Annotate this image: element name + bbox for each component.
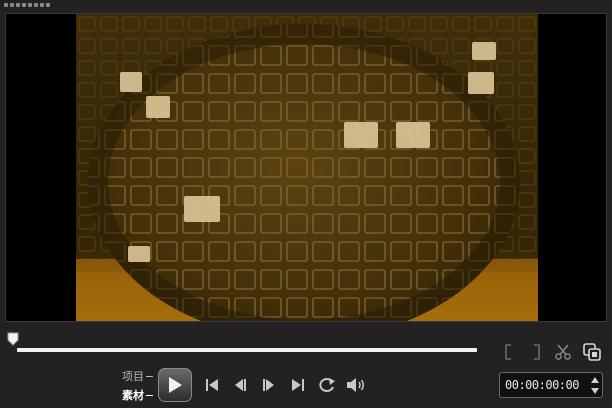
skip-to-end-icon [292, 379, 304, 391]
mark-out-bracket-icon[interactable] [526, 342, 546, 362]
play-button[interactable] [158, 368, 192, 402]
player-panel: 项目 素材 00:00:00:00 [0, 0, 612, 408]
preview-window[interactable] [5, 13, 607, 322]
previous-frame-icon [235, 379, 246, 391]
scrubber-handle[interactable] [7, 332, 19, 346]
timecode-down-button[interactable] [590, 386, 600, 396]
mode-project[interactable]: 项目 [122, 368, 162, 384]
mark-in-bracket-icon[interactable] [499, 342, 519, 362]
enlarge-preview-icon[interactable] [582, 342, 602, 362]
next-frame-icon [263, 379, 274, 391]
home-button[interactable] [201, 375, 223, 395]
scrubber[interactable] [5, 330, 483, 356]
chevron-down-icon [591, 388, 599, 394]
mode-clip[interactable]: 素材 [122, 387, 162, 403]
volume-icon [347, 378, 364, 392]
timecode-field[interactable]: 00:00:00:00 [499, 372, 603, 398]
play-icon [169, 377, 182, 393]
mode-clip-label: 素材 [122, 389, 144, 402]
timecode-up-button[interactable] [590, 375, 600, 385]
repeat-button[interactable] [316, 375, 338, 395]
scrubber-track[interactable] [17, 348, 477, 352]
end-button[interactable] [287, 375, 309, 395]
skip-to-start-icon [206, 379, 218, 391]
volume-button[interactable] [345, 375, 367, 395]
scissors-icon[interactable] [553, 342, 573, 362]
timecode-value[interactable]: 00:00:00:00 [505, 378, 579, 392]
mode-project-label: 项目 [122, 370, 144, 383]
next-frame-button[interactable] [258, 375, 280, 395]
chevron-up-icon [591, 377, 599, 383]
previous-frame-button[interactable] [229, 375, 251, 395]
repeat-icon [319, 378, 335, 392]
panel-grip-handle[interactable] [4, 3, 54, 8]
video-frame [76, 14, 538, 321]
video-frame-image [76, 14, 538, 321]
